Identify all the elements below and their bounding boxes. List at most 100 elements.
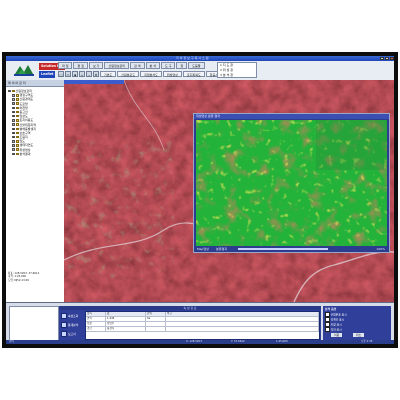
table-cell: 면적 — [86, 317, 106, 321]
menu-item-view[interactable]: 보 기 — [88, 62, 104, 69]
new-file-icon[interactable]: □ — [58, 71, 64, 77]
tab-satellite[interactable]: 위성영상 — [162, 71, 182, 77]
folder-icon — [15, 94, 19, 97]
expand-toggle-icon[interactable]: + — [12, 123, 15, 126]
menu-item-forest[interactable]: 산림정보관리 — [104, 62, 130, 69]
report-label: 보고서 — [68, 331, 76, 336]
expand-toggle-icon[interactable]: + — [12, 106, 15, 110]
menu-item-analysis[interactable]: 분 석 — [145, 62, 160, 69]
sidebar-header: 레 이 어 관 리 — [6, 80, 64, 87]
main-menu: 파 일 편 집 보 기 산림정보관리 검 색 분 석 도 구 창 도움말 — [58, 62, 205, 69]
option-placename[interactable]: 지명 표시 — [325, 322, 342, 327]
checkbox[interactable] — [325, 312, 330, 317]
expand-toggle-icon[interactable]: + — [12, 131, 15, 135]
tab-terrain[interactable]: 지형분석도 — [140, 71, 162, 77]
report-icon — [61, 330, 67, 337]
minimize-button[interactable] — [380, 57, 384, 60]
table-row[interactable]: 경급 중경목 — [86, 327, 319, 332]
checkbox[interactable] — [325, 327, 330, 332]
close-button[interactable] — [390, 57, 394, 60]
attribute-query-button[interactable]: 속성조회 — [61, 312, 83, 319]
expand-toggle-icon[interactable]: + — [12, 102, 15, 105]
expand-toggle-icon[interactable]: + — [12, 110, 15, 114]
menu-item-file[interactable]: 파 일 — [58, 62, 73, 69]
option-label: 격자 표시 — [330, 327, 342, 332]
table-cell — [166, 327, 319, 331]
app-logo-icon — [12, 62, 36, 78]
table-header-cell: 값 — [106, 312, 146, 316]
folder-icon — [15, 131, 19, 135]
options-title: 분석 옵션 — [325, 307, 337, 311]
menu-item-tools[interactable]: 도 구 — [160, 62, 176, 69]
menu-item-edit[interactable]: 편 집 — [73, 62, 88, 69]
status-y: Y: 37.6612 — [231, 340, 245, 343]
layer-sidebar: 레 이 어 관 리 − 산림정보관리 + 행정구역도 + 산림경계도 + 도로망 + 하천망 + 등고… — [6, 80, 65, 302]
table-cell: 중경목 — [106, 327, 146, 331]
table-header-cell: 항목 — [86, 312, 106, 316]
status-bar: 준비 X: 128.5203 Y: 37.6612 1:25,000 오후 2:… — [6, 340, 394, 344]
expand-toggle-icon[interactable]: + — [12, 152, 15, 156]
table-header-cell: 비고 — [166, 312, 319, 316]
attribute-panel: 속 성 정 보 속성조회 통계분석 보고서 항목 값 단위 비고 면적 1,24… — [59, 306, 321, 340]
statistics-button[interactable]: 통계분석 — [61, 321, 83, 328]
expand-toggle-icon[interactable]: + — [12, 119, 15, 122]
folder-icon — [15, 140, 19, 143]
maximize-button[interactable] — [385, 57, 389, 60]
attribute-table: 항목 값 단위 비고 면적 1,245 ha 임상 침엽수 경급 중경목 — [85, 311, 320, 340]
expand-toggle-icon[interactable]: + — [12, 135, 15, 139]
tree-item[interactable]: + 분석결과 — [8, 152, 62, 156]
option-grid[interactable]: 격자 표시 — [325, 327, 342, 332]
expand-toggle-icon[interactable]: + — [12, 127, 15, 131]
folder-icon — [15, 119, 19, 122]
folder-icon — [15, 127, 19, 131]
apply-button[interactable]: 적용 — [331, 333, 343, 337]
save-icon[interactable]: ▪ — [72, 71, 78, 77]
folder-icon — [15, 123, 19, 126]
expand-toggle-icon[interactable]: + — [12, 114, 15, 118]
tab-landcover[interactable]: 토지피복도 — [182, 71, 205, 77]
tree-item-label: 분석결과 — [19, 151, 31, 156]
satellite-window[interactable]: 위성영상 분류 결과 Map영상 분류결과 100% — [193, 113, 390, 253]
cancel-button[interactable]: 취소 — [353, 333, 365, 337]
statistics-label: 통계분석 — [68, 322, 79, 327]
option-forest[interactable]: 산림분포 표시 — [325, 312, 347, 317]
pan-icon[interactable]: ✥ — [93, 71, 99, 77]
folder-icon — [15, 102, 19, 105]
satellite-footer-mid: 분류결과 — [216, 247, 228, 251]
table-cell — [146, 327, 166, 331]
tab-base-map[interactable]: 기본도 — [100, 71, 117, 77]
progress-bar — [238, 248, 328, 250]
expand-toggle-icon[interactable]: + — [12, 140, 15, 143]
checkbox[interactable] — [325, 322, 330, 327]
table-cell: ha — [146, 317, 166, 321]
tab-forest-map[interactable]: 산림분포도 — [117, 71, 140, 77]
expand-toggle-icon[interactable]: + — [12, 144, 15, 147]
table-header-cell: 단위 — [146, 312, 166, 316]
expand-toggle-icon[interactable]: + — [12, 98, 15, 101]
window-list-item[interactable]: 3 분 석 창 — [220, 73, 256, 78]
report-button[interactable]: 보고서 — [61, 330, 83, 337]
menu-item-help[interactable]: 도움말 — [188, 62, 205, 69]
menu-item-search[interactable]: 검 색 — [130, 62, 145, 69]
option-boundary[interactable]: 경계선 표시 — [325, 317, 345, 322]
satellite-window-footer: Map영상 분류결과 100% — [194, 246, 389, 252]
zoom-in-icon[interactable]: + — [79, 71, 85, 77]
layer-tree: − 산림정보관리 + 행정구역도 + 산림경계도 + 도로망 + 하천망 + 등고선 + 임상도 + 토지이용… — [6, 87, 64, 158]
expand-toggle-icon[interactable]: + — [12, 94, 15, 97]
folder-icon — [15, 106, 19, 110]
classified-image[interactable] — [196, 120, 387, 246]
status-ready: 준비 — [9, 340, 14, 343]
folder-icon — [15, 144, 19, 147]
table-cell — [146, 322, 166, 326]
menu-item-window[interactable]: 창 — [176, 62, 188, 69]
collapse-toggle-icon[interactable]: − — [8, 89, 11, 93]
zoom-out-icon[interactable]: − — [86, 71, 92, 77]
checkbox[interactable] — [325, 317, 330, 322]
open-folder-icon[interactable]: ▭ — [65, 71, 71, 77]
expand-toggle-icon[interactable]: + — [12, 148, 15, 151]
folder-icon — [15, 152, 19, 156]
status-x: X: 128.5203 — [186, 340, 202, 343]
option-label: 경계선 표시 — [330, 317, 345, 322]
sidebar-status: 좌표: 128.5203, 37.6612 축척: 1:25,000 도엽: N… — [8, 272, 60, 282]
table-cell — [166, 317, 319, 321]
